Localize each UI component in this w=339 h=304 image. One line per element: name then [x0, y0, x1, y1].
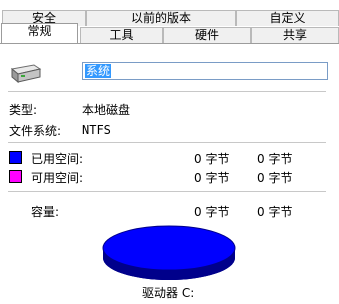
separator-1: [8, 91, 326, 92]
type-value: 本地磁盘: [82, 103, 131, 117]
tab-hardware[interactable]: 硬件: [163, 27, 251, 43]
free-space-size: 0 字节: [257, 171, 293, 185]
tab-previous-versions-label: 以前的版本: [130, 11, 191, 25]
drive-name-value: 系统: [85, 64, 112, 78]
tab-hardware-label: 硬件: [194, 28, 219, 42]
tab-customize-label: 自定义: [269, 11, 306, 25]
used-space-label: 已用空间:: [31, 152, 84, 166]
tab-general-label: 常规: [27, 24, 52, 38]
used-space-color-swatch: [9, 151, 22, 164]
tab-tools[interactable]: 工具: [80, 27, 163, 43]
capacity-size: 0 字节: [257, 205, 293, 219]
hard-drive-icon: [10, 64, 42, 84]
tab-previous-versions[interactable]: 以前的版本: [86, 10, 236, 26]
separator-2: [8, 142, 326, 143]
disk-usage-pie: [102, 225, 236, 280]
drive-label: 驱动器 C:: [142, 286, 195, 300]
filesystem-label: 文件系统:: [9, 124, 62, 138]
used-space-size: 0 字节: [257, 152, 293, 166]
tab-tools-label: 工具: [109, 28, 134, 42]
tab-sharing-label: 共享: [282, 28, 307, 42]
tab-customize[interactable]: 自定义: [236, 10, 339, 26]
type-label: 类型:: [9, 103, 38, 117]
capacity-label: 容量:: [31, 205, 60, 219]
tab-general[interactable]: 常规: [1, 23, 78, 43]
free-space-color-swatch: [9, 170, 22, 183]
drive-name-input[interactable]: 系统: [82, 62, 328, 80]
free-space-label: 可用空间:: [31, 171, 84, 185]
used-space-bytes: 0 字节: [194, 152, 230, 166]
filesystem-value: NTFS: [82, 123, 111, 137]
pie-used-slice: [102, 225, 236, 271]
separator-3: [8, 191, 326, 192]
free-space-bytes: 0 字节: [194, 171, 230, 185]
tab-sharing[interactable]: 共享: [251, 27, 339, 43]
